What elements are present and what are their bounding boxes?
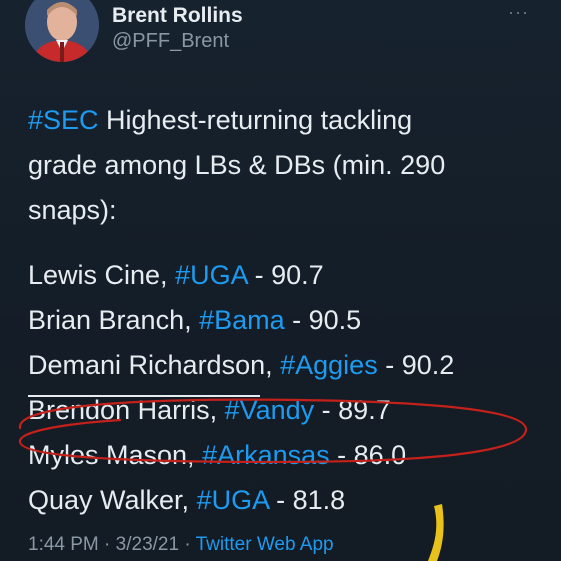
- tweet-line-1: #SEC Highest-returning tackling: [28, 98, 538, 143]
- tweet-meta: 1:44 PM · 3/23/21 · Twitter Web App: [28, 534, 334, 556]
- author-avatar[interactable]: [25, 0, 99, 62]
- tweet-card: Brent Rollins @PFF_Brent ··· #SEC Highes…: [0, 0, 561, 561]
- player-name: Brendon Harris,: [28, 395, 225, 425]
- player-grade: - 90.2: [377, 350, 455, 380]
- avatar-photo: [25, 0, 99, 62]
- strikethrough-mark: [28, 395, 260, 397]
- player-line: Brian Branch, #Bama - 90.5: [28, 298, 538, 343]
- team-hashtag-link[interactable]: #Vandy: [225, 395, 315, 425]
- player-grade: - 81.8: [268, 485, 346, 515]
- player-name: Brian Branch,: [28, 305, 200, 335]
- team-hashtag-link[interactable]: #Aggies: [280, 350, 378, 380]
- meta-separator: ·: [98, 534, 116, 555]
- tweet-time[interactable]: 1:44 PM: [28, 534, 99, 555]
- player-grade: - 89.7: [314, 395, 391, 425]
- tweet-text: #SEC Highest-returning tackling grade am…: [28, 98, 538, 523]
- tweet-date[interactable]: 3/23/21: [116, 534, 179, 555]
- player-name: Myles Mason,: [28, 440, 203, 470]
- player-grade: - 86.0: [329, 440, 407, 470]
- intro-text: Highest-returning tackling: [98, 105, 413, 135]
- author-handle[interactable]: @PFF_Brent: [112, 30, 229, 53]
- player-grade: - 90.7: [247, 260, 324, 290]
- team-hashtag-link[interactable]: #Arkansas: [202, 440, 330, 470]
- player-line: Myles Mason, #Arkansas - 86.0: [28, 433, 538, 478]
- player-name: Quay Walker,: [28, 485, 197, 515]
- author-name[interactable]: Brent Rollins: [112, 4, 243, 28]
- more-options-icon[interactable]: ···: [508, 2, 529, 23]
- player-line: Lewis Cine, #UGA - 90.7: [28, 253, 538, 298]
- meta-separator: ·: [179, 534, 196, 555]
- team-hashtag-link[interactable]: #Bama: [199, 305, 285, 335]
- player-name: Lewis Cine,: [28, 260, 176, 290]
- source-app-link[interactable]: Twitter Web App: [196, 534, 334, 555]
- player-grade: - 90.5: [284, 305, 362, 335]
- tweet-line-3: snaps):: [28, 188, 538, 233]
- player-line: Quay Walker, #UGA - 81.8: [28, 478, 538, 523]
- player-line: Demani Richardson, #Aggies - 90.2: [28, 343, 538, 388]
- team-hashtag-link[interactable]: #UGA: [175, 260, 247, 290]
- intro-text: grade among LBs & DBs (min. 290: [28, 150, 446, 180]
- intro-text: snaps):: [28, 195, 117, 225]
- team-hashtag-link[interactable]: #UGA: [197, 485, 269, 515]
- tweet-line-2: grade among LBs & DBs (min. 290: [28, 143, 538, 188]
- player-name: Demani Richardson,: [28, 350, 281, 380]
- hashtag-link[interactable]: #SEC: [28, 105, 99, 135]
